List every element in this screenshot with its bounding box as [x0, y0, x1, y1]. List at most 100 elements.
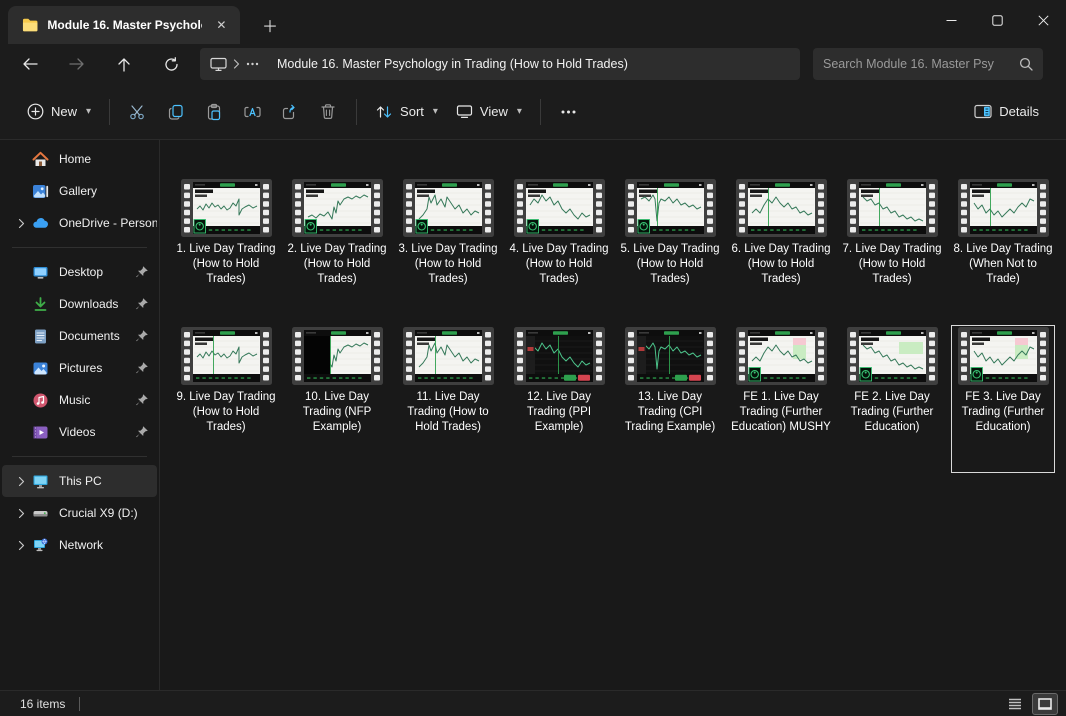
video-thumbnail [625, 327, 716, 385]
sidebar-item-onedrive[interactable]: OneDrive - Persona [2, 207, 157, 239]
refresh-button[interactable] [154, 48, 188, 80]
home-icon [32, 151, 49, 168]
chevron-right-icon [233, 59, 240, 69]
view-button[interactable]: View ▾ [447, 97, 531, 126]
search-icon[interactable] [1019, 57, 1033, 71]
details-label: Details [999, 104, 1039, 119]
more-options-button[interactable] [550, 95, 588, 129]
desktop-icon [32, 264, 49, 281]
sidebar-item-home[interactable]: Home [2, 143, 157, 175]
delete-button[interactable] [309, 95, 347, 129]
explorer-tab[interactable]: Module 16. Master Psychology in Trading … [8, 6, 240, 44]
ellipsis-icon [561, 110, 576, 114]
item-count: 16 items [20, 697, 65, 711]
videos-icon [32, 424, 49, 441]
command-toolbar: New ▾ Sort ▾ View ▾ [0, 84, 1066, 140]
up-button[interactable] [107, 48, 141, 80]
view-icon [456, 104, 473, 119]
expand-chevron-icon[interactable] [10, 540, 32, 551]
file-item[interactable]: 5. Live Day Trading (How to Hold Trades) [618, 177, 722, 325]
file-item[interactable]: FE 2. Live Day Trading (Further Educatio… [840, 325, 944, 473]
file-item[interactable]: 2. Live Day Trading (How to Hold Trades) [285, 177, 389, 325]
details-button[interactable]: Details [965, 97, 1048, 126]
copy-button[interactable] [157, 95, 195, 129]
pin-icon [135, 265, 149, 279]
file-item[interactable]: 6. Live Day Trading (How to Hold Trades) [729, 177, 833, 325]
copy-icon [167, 103, 185, 121]
sidebar-item-this-pc[interactable]: This PC [2, 465, 157, 497]
expand-chevron-icon[interactable] [10, 508, 32, 519]
file-item[interactable]: 8. Live Day Trading (When Not to Trade) [951, 177, 1055, 325]
search-box[interactable] [813, 48, 1043, 80]
maximize-button[interactable] [974, 0, 1020, 40]
expand-chevron-icon[interactable] [10, 476, 32, 487]
file-name: 13. Live Day Trading (CPI Trading Exampl… [619, 390, 721, 435]
pin-icon [135, 297, 149, 311]
paste-button[interactable] [195, 95, 233, 129]
file-item[interactable]: 4. Live Day Trading (How to Hold Trades) [507, 177, 611, 325]
documents-icon [32, 328, 49, 345]
file-item[interactable]: 12. Live Day Trading (PPI Example) [507, 325, 611, 473]
rename-icon [243, 103, 262, 121]
pin-icon [135, 329, 149, 343]
thumbnail-view-button[interactable] [1032, 693, 1058, 715]
search-input[interactable] [823, 57, 1019, 71]
sidebar-item-documents[interactable]: Documents [2, 320, 157, 352]
tab-close-icon[interactable]: ✕ [211, 14, 232, 36]
file-name: 8. Live Day Trading (When Not to Trade) [952, 242, 1054, 287]
file-item[interactable]: 13. Live Day Trading (CPI Trading Exampl… [618, 325, 722, 473]
sidebar-item-crucial-x9[interactable]: Crucial X9 (D:) [2, 497, 157, 529]
file-item[interactable]: FE 1. Live Day Trading (Further Educatio… [729, 325, 833, 473]
file-list-area[interactable]: 1. Live Day Trading (How to Hold Trades)… [160, 140, 1066, 690]
video-thumbnail [181, 179, 272, 237]
new-button[interactable]: New ▾ [18, 96, 100, 127]
view-label: View [480, 104, 508, 119]
file-item[interactable]: 11. Live Day Trading (How to Hold Trades… [396, 325, 500, 473]
this-pc-breadcrumb-icon[interactable] [210, 57, 227, 72]
minimize-button[interactable] [928, 0, 974, 40]
video-thumbnail [292, 179, 383, 237]
address-bar[interactable]: Module 16. Master Psychology in Trading … [200, 48, 800, 80]
forward-button[interactable] [60, 48, 94, 80]
file-item[interactable]: 7. Live Day Trading (How to Hold Trades) [840, 177, 944, 325]
rename-button[interactable] [233, 95, 271, 129]
share-button[interactable] [271, 95, 309, 129]
sidebar-item-videos[interactable]: Videos [2, 416, 157, 448]
close-button[interactable] [1020, 0, 1066, 40]
file-name: 5. Live Day Trading (How to Hold Trades) [619, 242, 721, 287]
pin-icon [135, 425, 149, 439]
details-view-button[interactable] [1002, 693, 1028, 715]
file-item[interactable]: 9. Live Day Trading (How to Hold Trades) [174, 325, 278, 473]
toolbar-separator [109, 99, 110, 125]
cut-button[interactable] [119, 95, 157, 129]
sidebar-item-music[interactable]: Music [2, 384, 157, 416]
status-bar: 16 items [0, 690, 1066, 716]
sidebar-item-downloads[interactable]: Downloads [2, 288, 157, 320]
sidebar-item-gallery[interactable]: Gallery [2, 175, 157, 207]
gallery-icon [32, 183, 49, 200]
video-thumbnail [625, 179, 716, 237]
trash-icon [320, 103, 336, 120]
file-item-selected[interactable]: FE 3. Live Day Trading (Further Educatio… [951, 325, 1055, 473]
sort-button[interactable]: Sort ▾ [366, 97, 447, 127]
sidebar-item-pictures[interactable]: Pictures [2, 352, 157, 384]
window-controls [928, 0, 1066, 40]
plus-circle-icon [27, 103, 44, 120]
details-pane-icon [974, 104, 992, 119]
video-thumbnail [736, 179, 827, 237]
file-item[interactable]: 1. Live Day Trading (How to Hold Trades) [174, 177, 278, 325]
breadcrumb-ellipsis[interactable] [246, 62, 259, 66]
file-name: 4. Live Day Trading (How to Hold Trades) [508, 242, 610, 287]
expand-chevron-icon[interactable] [10, 218, 32, 229]
sidebar-item-network[interactable]: Network [2, 529, 157, 561]
back-button[interactable] [13, 48, 47, 80]
navigation-bar: Module 16. Master Psychology in Trading … [0, 44, 1066, 84]
file-item[interactable]: 3. Live Day Trading (How to Hold Trades) [396, 177, 500, 325]
video-thumbnail [403, 179, 494, 237]
new-tab-button[interactable]: ＋ [256, 12, 284, 38]
sidebar-item-desktop[interactable]: Desktop [2, 256, 157, 288]
file-name: 7. Live Day Trading (How to Hold Trades) [841, 242, 943, 287]
file-item[interactable]: 10. Live Day Trading (NFP Example) [285, 325, 389, 473]
video-thumbnail [958, 179, 1049, 237]
navigation-sidebar: Home Gallery OneDrive - Persona Desktop [0, 140, 160, 690]
